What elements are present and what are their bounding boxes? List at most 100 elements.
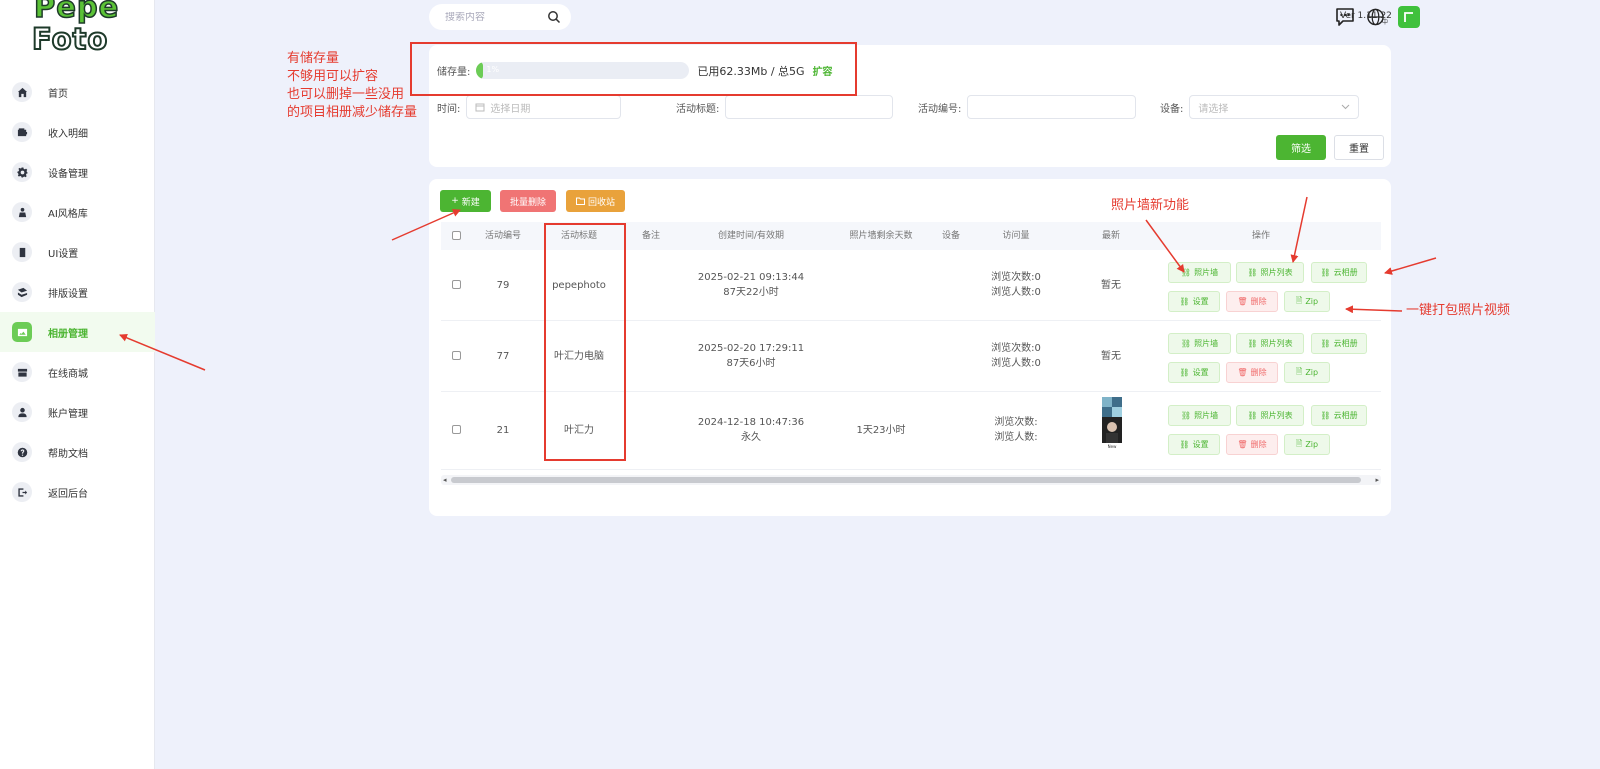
link-icon: ⛓ <box>1180 268 1192 277</box>
device-placeholder: 请选择 <box>1198 103 1229 115</box>
scrollbar-thumb[interactable] <box>451 477 1361 483</box>
zip-label: Zip <box>1305 440 1319 449</box>
cloud-album-label: 云相册 <box>1333 339 1358 348</box>
col-actions: 操作 <box>1251 231 1270 241</box>
latest-photo-thumbnail[interactable]: New <box>1102 397 1122 449</box>
sidebar-item-store[interactable]: 在线商城 <box>0 352 155 392</box>
trash-icon: 🗑 <box>1237 297 1248 306</box>
user-icon <box>12 402 32 422</box>
new-button-label: 新建 <box>461 197 480 208</box>
search-input[interactable] <box>445 11 545 23</box>
delete-label: 删除 <box>1250 440 1267 449</box>
trash-icon: 🗑 <box>1237 440 1248 449</box>
gear-icon <box>12 162 32 182</box>
link-icon: ⛓ <box>1247 411 1258 420</box>
sidebar-item-label: 首页 <box>48 88 68 100</box>
photo-list-button[interactable]: ⛓ 照片列表 <box>1236 405 1304 426</box>
photo-list-button[interactable]: ⛓ 照片列表 <box>1236 333 1304 354</box>
filter-button[interactable]: 筛选 <box>1276 135 1326 160</box>
scroll-right-arrow[interactable]: ▸ <box>1375 475 1379 485</box>
cloud-album-button[interactable]: ⛓ 云相册 <box>1311 262 1367 283</box>
delete-button[interactable]: 🗑 删除 <box>1226 291 1278 312</box>
reset-button[interactable]: 重置 <box>1334 135 1384 160</box>
delete-label: 删除 <box>1250 368 1267 377</box>
annotation-storage-box <box>410 42 857 96</box>
activity-id: 21 <box>496 425 510 436</box>
sidebar-item-ui-settings[interactable]: UI设置 <box>0 232 155 272</box>
id-input[interactable] <box>967 95 1137 119</box>
device-select[interactable]: 请选择 <box>1189 95 1360 119</box>
photo-list-label: 照片列表 <box>1260 339 1293 348</box>
wallet-icon <box>12 122 32 142</box>
row-checkbox[interactable] <box>452 425 461 434</box>
settings-label: 设置 <box>1192 297 1209 306</box>
arrow-to-cloud-album <box>1384 257 1437 275</box>
cloud-album-button[interactable]: ⛓ 云相册 <box>1311 333 1367 354</box>
filter-time: 时间: 选择日期 <box>437 95 622 119</box>
settings-label: 设置 <box>1192 440 1209 449</box>
select-all-checkbox[interactable] <box>452 231 461 240</box>
sidebar-item-devices[interactable]: 设备管理 <box>0 152 155 192</box>
app-brand-icon[interactable] <box>1398 6 1420 28</box>
settings-button[interactable]: ⛓ 设置 <box>1168 291 1220 312</box>
delete-button[interactable]: 🗑 删除 <box>1226 434 1278 455</box>
photo-list-button[interactable]: ⛓ 照片列表 <box>1236 262 1304 283</box>
recycle-bin-button[interactable]: 回收站 <box>566 190 625 212</box>
layout-icon <box>12 282 32 302</box>
photo-wall-button[interactable]: ⛓ 照片墙 <box>1168 333 1231 354</box>
link-icon: ⛓ <box>1179 368 1190 377</box>
logo-line-1: Pepe <box>33 0 120 25</box>
col-created: 创建时间/有效期 <box>717 231 785 241</box>
sidebar-item-home[interactable]: 首页 <box>0 72 155 112</box>
annotation-line: 的项目相册减少储存量 <box>287 105 418 120</box>
ai-style-icon <box>12 202 32 222</box>
date-picker[interactable]: 选择日期 <box>466 95 622 119</box>
photo-wall-label: 照片墙 <box>1194 411 1219 420</box>
phone-icon <box>12 242 32 262</box>
sidebar-item-label: 排版设置 <box>48 288 88 300</box>
row-checkbox[interactable] <box>452 280 461 289</box>
photo-wall-button[interactable]: ⛓ 照片墙 <box>1168 405 1231 426</box>
sidebar-item-help[interactable]: 帮助文档 <box>0 432 155 472</box>
sidebar-item-account[interactable]: 账户管理 <box>0 392 155 432</box>
annotation-wall-note: 照片墙新功能 <box>1111 198 1190 213</box>
sidebar-item-income[interactable]: 收入明细 <box>0 112 155 152</box>
sidebar-item-ai-style[interactable]: AI风格库 <box>0 192 155 232</box>
horizontal-scrollbar[interactable]: ◂ ▸ <box>441 475 1381 485</box>
cloud-album-button[interactable]: ⛓ 云相册 <box>1311 405 1367 426</box>
sidebar-item-back[interactable]: 返回后台 <box>0 472 155 512</box>
file-icon: 🗎 <box>1295 295 1303 305</box>
sidebar-item-album[interactable]: 相册管理 <box>0 312 155 352</box>
sidebar-item-label: 在线商城 <box>48 368 88 380</box>
photo-wall-label: 照片墙 <box>1194 268 1219 277</box>
settings-button[interactable]: ⛓ 设置 <box>1168 362 1220 383</box>
activity-id: 79 <box>496 280 510 291</box>
plus-icon: + <box>451 196 459 206</box>
link-icon: ⛓ <box>1320 339 1331 348</box>
zip-button[interactable]: 🗎 Zip <box>1284 291 1330 312</box>
zip-button[interactable]: 🗎 Zip <box>1284 434 1330 455</box>
col-views: 访问量 <box>1002 231 1030 241</box>
row-checkbox[interactable] <box>452 351 461 360</box>
sidebar-item-label: 帮助文档 <box>48 448 88 460</box>
batch-delete-button[interactable]: 批量删除 <box>500 190 556 212</box>
view-count: 浏览次数:0 <box>991 343 1041 354</box>
activity-id: 77 <box>496 351 510 362</box>
zip-button[interactable]: 🗎 Zip <box>1284 362 1330 383</box>
sidebar-item-layout[interactable]: 排版设置 <box>0 272 155 312</box>
latest-none: 暂无 <box>1101 280 1121 291</box>
file-icon: 🗎 <box>1295 438 1303 448</box>
new-button[interactable]: + 新建 <box>440 190 491 212</box>
settings-button[interactable]: ⛓ 设置 <box>1168 434 1220 455</box>
visitor-count: 浏览人数: <box>994 432 1038 443</box>
scroll-left-arrow[interactable]: ◂ <box>443 475 447 485</box>
title-input[interactable] <box>725 95 894 119</box>
sidebar-item-label: 收入明细 <box>48 128 88 140</box>
link-icon: ⛓ <box>1247 268 1258 277</box>
photo-wall-button[interactable]: ⛓ 照片墙 <box>1168 262 1231 283</box>
annotation-storage-note: 有储存量 不够用可以扩容 也可以删掉一些没用 的项目相册减少储存量 <box>287 50 417 122</box>
annotation-line: 也可以删掉一些没用 <box>287 87 405 102</box>
delete-button[interactable]: 🗑 删除 <box>1226 362 1278 383</box>
pepefoto-logo[interactable]: Pepe Foto <box>30 0 124 62</box>
search-icon[interactable] <box>547 10 561 24</box>
